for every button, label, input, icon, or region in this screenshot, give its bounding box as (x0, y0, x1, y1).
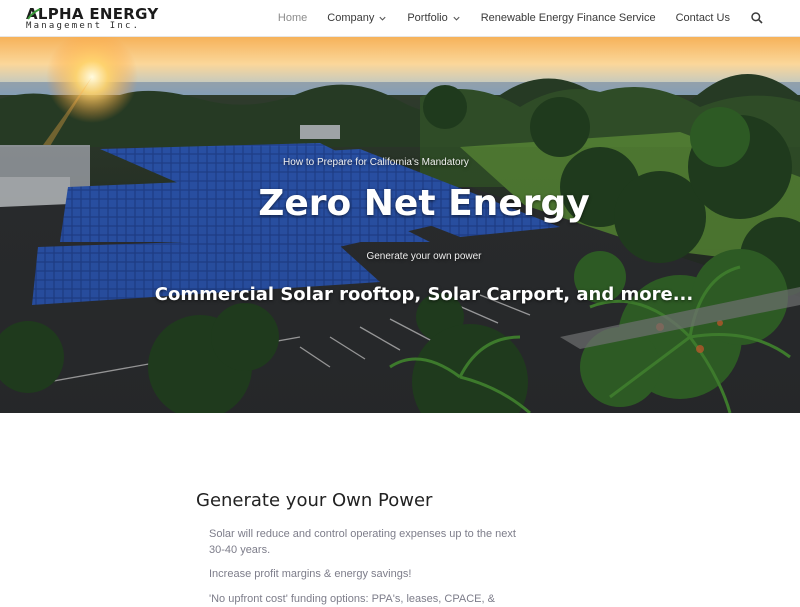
chevron-down-icon (453, 16, 460, 21)
chevron-down-icon (379, 16, 386, 21)
section-title: Generate your Own Power (196, 490, 433, 511)
section-paragraph: Increase profit margins & energy savings… (209, 568, 412, 580)
main-content: Generate your Own Power Solar will reduc… (0, 413, 800, 605)
hero-background-image (0, 37, 800, 413)
logo-subtitle: Management Inc. (26, 21, 141, 31)
nav-item-home[interactable]: Home (268, 12, 317, 24)
nav-item-label: Company (327, 12, 375, 24)
hero-subtitle: Generate your own power (366, 251, 482, 262)
nav-item-portfolio[interactable]: Portfolio (397, 12, 470, 24)
site-logo[interactable]: ALPHA ENERGY Management Inc. (26, 5, 186, 31)
section-paragraph: Solar will reduce and control operating … (209, 528, 516, 556)
nav-item-contact-us[interactable]: Contact Us (666, 12, 740, 24)
nav-item-company[interactable]: Company (317, 12, 397, 24)
hero-banner: How to Prepare for California's Mandator… (0, 37, 800, 413)
hero-pretitle: How to Prepare for California's Mandator… (283, 157, 469, 168)
nav-item-label: Renewable Energy Finance Service (480, 12, 656, 24)
nav-item-renewable-energy-finance[interactable]: Renewable Energy Finance Service (471, 12, 666, 24)
hero-tagline: Commercial Solar rooftop, Solar Carport,… (154, 284, 694, 305)
nav-item-label: Home (277, 12, 308, 24)
nav-item-label: Contact Us (675, 12, 730, 24)
nav-item-label: Portfolio (407, 12, 448, 24)
main-nav: Home Company Portfolio Renewable Energy … (268, 0, 800, 36)
search-icon[interactable] (750, 11, 764, 25)
logo-swoosh-icon (27, 8, 41, 20)
section-paragraph: 'No upfront cost' funding options: PPA's… (209, 593, 495, 605)
hero-title: Zero Net Energy (258, 183, 590, 224)
site-header: ALPHA ENERGY Management Inc. Home Compan… (0, 0, 800, 37)
